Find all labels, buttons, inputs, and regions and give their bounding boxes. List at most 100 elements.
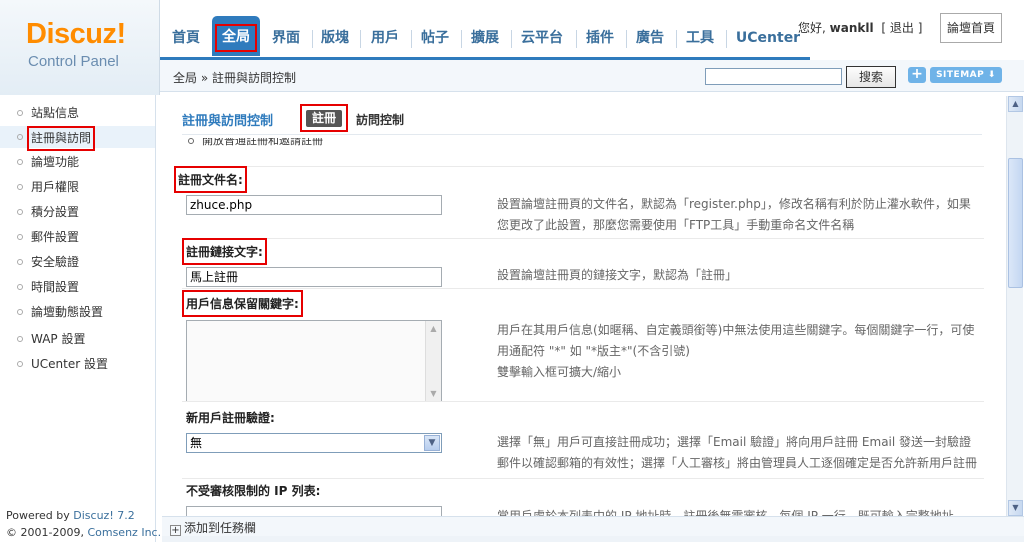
sidebar-item-site-info[interactable]: 站點信息	[0, 102, 155, 124]
nav-divider	[511, 30, 512, 48]
horizontal-scrollbar[interactable]	[162, 536, 1024, 542]
tab-register[interactable]: 註冊	[306, 110, 342, 127]
tab-register-highlight: 註冊	[300, 104, 348, 132]
sidebar-item-wap[interactable]: WAP 設置	[0, 328, 155, 350]
scrollbar-thumb[interactable]	[1008, 158, 1023, 288]
nav-divider	[312, 30, 313, 48]
nav-divider	[461, 30, 462, 48]
field-label-reserved-keywords: 用戶信息保留關鍵字:	[182, 290, 303, 317]
nav-forums[interactable]: 版塊	[319, 26, 351, 50]
reserved-keywords-desc: 用戶在其用戶信息(如暱稱、自定義頭銜等)中無法使用這些關鍵字。每個關鍵字一行，可…	[497, 320, 982, 383]
scroll-up-icon[interactable]: ▲	[428, 323, 439, 334]
scroll-up-icon[interactable]: ▲	[1008, 96, 1023, 112]
sidebar-item-forum-feed[interactable]: 論壇動態設置	[0, 301, 155, 323]
nav-tools[interactable]: 工具	[684, 26, 716, 50]
bottom-bar: + 添加到任務欄	[162, 516, 1024, 536]
sitemap-label: SITEMAP	[936, 70, 985, 80]
chevron-down-icon[interactable]: ▼	[424, 435, 440, 451]
row-divider	[182, 478, 984, 479]
cutoff-option-text: 開放普通註冊和邀請註冊	[202, 138, 323, 147]
sidebar-item-label: 站點信息	[31, 106, 80, 120]
ip-whitelist-desc: 當用戶處於本列表中的 IP 地址時，註冊後無需審核。每個 IP 一行，既可輸入完…	[497, 509, 966, 516]
plus-icon: +	[170, 525, 181, 536]
bullet-icon	[17, 336, 23, 342]
new-user-verify-desc: 選擇「無」用戶可直接註冊成功；選擇「Email 驗證」將向用戶註冊 Email …	[497, 435, 978, 470]
nav-ads[interactable]: 廣告	[634, 26, 666, 50]
main-nav: 首頁 全局 界面 版塊 用戶 帖子 擴展 云平台 插件 廣告 工具 UCente…	[160, 16, 800, 60]
register-link-text-desc: 設置論壇註冊頁的鏈接文字，默認為「註冊」	[497, 268, 738, 282]
logo-text: Discuz!	[26, 18, 126, 50]
main-content: 註冊與訪問控制 註冊 訪問控制 開放普通註冊和邀請註冊 註冊文件名: zhuce…	[162, 96, 1004, 516]
sidebar-item-label: 用戶權限	[31, 180, 80, 194]
bullet-icon	[17, 159, 23, 165]
nav-divider	[626, 30, 627, 48]
bullet-icon	[17, 234, 23, 240]
tab-access-control[interactable]: 訪問控制	[356, 111, 404, 128]
nav-divider	[726, 30, 727, 48]
nav-divider	[411, 30, 412, 48]
search-button[interactable]: 搜索	[846, 66, 896, 88]
field-label-new-user-verify: 新用戶註冊驗證:	[186, 411, 275, 425]
logout-link[interactable]: [ 退出 ]	[881, 21, 922, 35]
nav-interface[interactable]: 界面	[270, 26, 302, 50]
sidebar-item-label: WAP 設置	[31, 332, 86, 346]
search-input[interactable]	[705, 68, 842, 85]
bullet-icon	[17, 134, 23, 140]
sidebar-item-label: 郵件設置	[31, 230, 80, 244]
sidebar-item-security[interactable]: 安全驗證	[0, 251, 155, 273]
nav-global[interactable]: 全局	[212, 16, 260, 56]
row-divider	[182, 166, 984, 167]
page-title: 註冊與訪問控制	[182, 114, 274, 129]
sidebar-item-label: UCenter 設置	[31, 357, 108, 371]
sidebar-item-label: 論壇功能	[31, 155, 80, 169]
textarea-scrollbar[interactable]: ▲ ▼	[425, 321, 441, 401]
greeting: 您好,	[798, 21, 826, 35]
add-to-taskbar[interactable]: + 添加到任務欄	[170, 519, 256, 536]
scroll-down-icon[interactable]: ▼	[428, 388, 439, 399]
sub-bar: 全局 » 註冊與訪問控制 搜索 + SITEMAP ⬇	[160, 60, 1024, 92]
sidebar-item-user-permissions[interactable]: 用戶權限	[0, 176, 155, 198]
brand-link[interactable]: Discuz!	[73, 509, 113, 522]
nav-extensions[interactable]: 擴展	[469, 26, 501, 50]
logo[interactable]: Discuz! Control Panel	[0, 0, 160, 95]
sidebar-item-label: 積分設置	[31, 205, 80, 219]
field-label-register-link-text: 註冊鏈接文字:	[182, 238, 267, 265]
reserved-keywords-desc-hint: 雙擊輸入框可擴大/縮小	[497, 365, 622, 379]
title-divider	[182, 134, 982, 135]
bullet-icon	[17, 361, 23, 367]
row-divider	[182, 238, 984, 239]
main-scrollbar[interactable]: ▲ ▼	[1006, 96, 1023, 516]
reserved-keywords-textarea[interactable]: ▲ ▼	[186, 320, 442, 402]
nav-ucenter[interactable]: UCenter	[735, 26, 801, 50]
forum-home-button[interactable]: 論壇首頁	[940, 13, 1002, 43]
register-link-text-input[interactable]: 馬上註冊	[186, 267, 442, 287]
bullet-icon	[17, 110, 23, 116]
user-area: 您好, wankll [ 退出 ]	[798, 19, 922, 36]
sidebar-item-email[interactable]: 郵件設置	[0, 226, 155, 248]
nav-home[interactable]: 首頁	[170, 26, 202, 50]
radio-icon[interactable]	[188, 138, 194, 144]
sidebar-item-registration[interactable]: 註冊與訪問	[0, 126, 155, 151]
powered-prefix: Powered by	[6, 509, 74, 522]
cutoff-option: 開放普通註冊和邀請註冊	[188, 138, 323, 148]
sidebar-item-credits[interactable]: 積分設置	[0, 201, 155, 223]
company-link[interactable]: Comsenz Inc.	[87, 526, 161, 539]
bullet-icon	[17, 184, 23, 190]
scroll-down-icon[interactable]: ▼	[1008, 500, 1023, 516]
add-shortcut-button[interactable]: +	[908, 67, 926, 83]
nav-users[interactable]: 用戶	[369, 26, 401, 50]
ip-whitelist-textarea[interactable]	[186, 506, 442, 516]
nav-posts[interactable]: 帖子	[419, 26, 451, 50]
row-divider	[182, 401, 984, 402]
sidebar-item-ucenter[interactable]: UCenter 設置	[0, 353, 155, 375]
nav-plugins[interactable]: 插件	[584, 26, 616, 50]
sidebar-item-time[interactable]: 時間設置	[0, 276, 155, 298]
nav-cloud[interactable]: 云平台	[518, 26, 566, 50]
sitemap-button[interactable]: SITEMAP ⬇	[930, 67, 1002, 83]
chevron-down-icon: ⬇	[987, 70, 996, 80]
sidebar-item-forum-features[interactable]: 論壇功能	[0, 151, 155, 173]
new-user-verify-select[interactable]: 無 ▼	[186, 433, 442, 453]
username: wankll	[829, 21, 874, 35]
register-filename-input[interactable]: zhuce.php	[186, 195, 442, 215]
bullet-icon	[17, 259, 23, 265]
